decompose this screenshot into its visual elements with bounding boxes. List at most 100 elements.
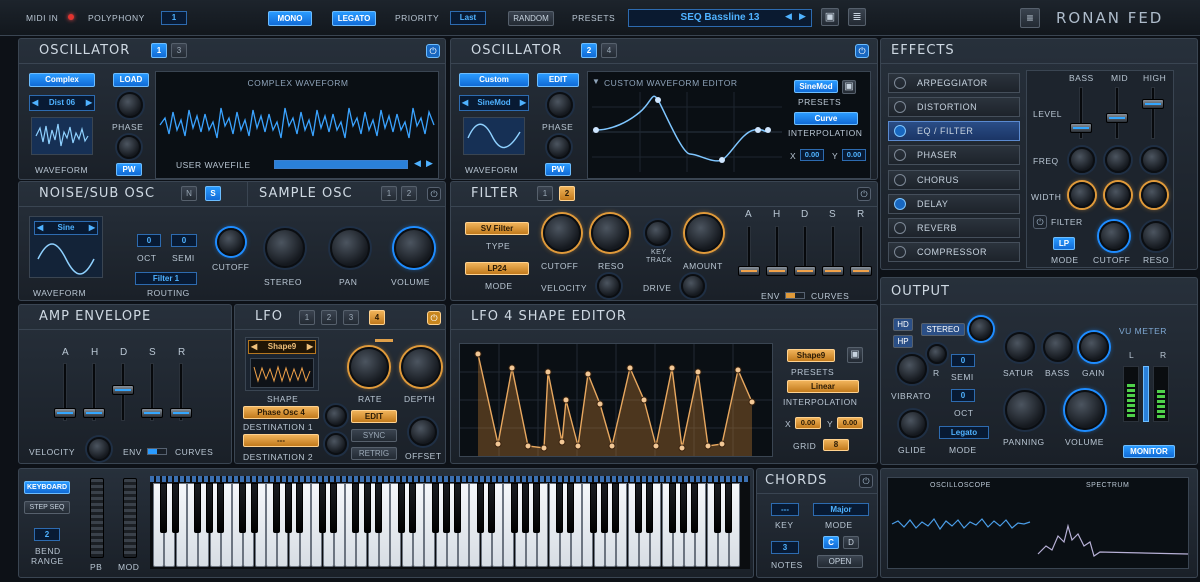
eq-bass-fader[interactable] [1070,123,1092,133]
sample-pan-knob[interactable] [330,228,370,268]
black-key[interactable] [250,483,258,533]
user-wavefile-slider[interactable] [274,160,408,169]
osc1-tab-3[interactable]: 3 [171,43,187,58]
filter-env-release-fader[interactable] [850,266,872,276]
filter-power-icon[interactable]: ⏻ [857,187,871,201]
black-key[interactable] [634,483,642,533]
black-key[interactable] [680,483,688,533]
output-semi-value[interactable]: 0 [951,354,975,367]
noise-wave-prev-icon[interactable]: ◀ [35,222,43,234]
black-key[interactable] [476,483,484,533]
fx-distortion[interactable]: DISTORTION [888,97,1020,117]
output-gain-knob[interactable] [1079,332,1109,362]
filter-reso-knob[interactable] [591,214,629,252]
filter-velocity-knob[interactable] [597,274,621,298]
fx-compressor[interactable]: COMPRESSOR [888,242,1020,262]
chords-d-button[interactable]: D [843,536,859,549]
keyboard-mode-button[interactable]: KEYBOARD [24,481,70,494]
osc2-wave-select[interactable]: ◀ SineMod ▶ [459,95,529,111]
lfo-editor-y-value[interactable]: 0.00 [837,417,863,429]
lfo-editor-grid-value[interactable]: 8 [823,439,849,451]
lfo-shape-next-icon[interactable]: ▶ [307,341,315,353]
lfo-editor-save-icon[interactable]: ▣ [847,347,863,363]
black-key[interactable] [567,483,575,533]
amp-velocity-knob[interactable] [87,437,111,461]
output-volume-knob[interactable] [1065,390,1105,430]
black-key[interactable] [510,483,518,533]
black-key[interactable] [442,483,450,533]
osc1-type-select[interactable]: Complex [29,73,95,87]
black-key[interactable] [612,483,620,533]
fx-arpeggiator-power-icon[interactable] [894,77,906,89]
black-key[interactable] [668,483,676,533]
polyphony-value[interactable]: 1 [161,11,187,25]
osc1-wave-prev-icon[interactable]: ◀ [30,96,38,110]
amp-attack-fader[interactable] [54,408,76,418]
noise-s-button[interactable]: S [205,186,221,201]
eq-filter-reso-knob[interactable] [1141,221,1171,251]
noise-wave-select[interactable]: ◀ Sine ▶ [34,221,98,235]
fx-chorus-power-icon[interactable] [894,174,906,186]
noise-n-button[interactable]: N [181,186,197,201]
lfo-shape-select[interactable]: ◀ Shape9 ▶ [248,340,316,354]
lfo-dest1-amount-knob[interactable] [325,405,347,427]
filter-amount-knob[interactable] [685,214,723,252]
chords-notes-value[interactable]: 3 [771,541,799,554]
output-stereo-button[interactable]: STEREO [921,323,965,336]
black-key[interactable] [397,483,405,533]
fx-compressor-power-icon[interactable] [894,246,906,258]
filter-cutoff-knob[interactable] [543,214,581,252]
black-key[interactable] [714,483,721,533]
eq-filter-cutoff-knob[interactable] [1099,221,1129,251]
fx-phaser[interactable]: PHASER [888,145,1020,165]
black-key[interactable] [284,483,292,533]
lfo-tab-1[interactable]: 1 [299,310,315,325]
osc2-wave-prev-icon[interactable]: ◀ [460,96,468,110]
black-key[interactable] [521,483,529,533]
filter-mode-select[interactable]: LP24 [465,262,529,275]
monitor-button[interactable]: MONITOR [1123,445,1175,458]
black-key[interactable] [329,483,337,533]
output-hd-button[interactable]: HD [893,318,913,331]
lfo-dest1-select[interactable]: Phase Osc 4 [243,406,319,419]
lfo-editor-preset-select[interactable]: Shape9 [787,349,835,362]
lfo-tab-3[interactable]: 3 [343,310,359,325]
osc2-tab-4[interactable]: 4 [601,43,617,58]
legato-button[interactable]: LEGATO [332,11,376,26]
osc1-power-icon[interactable]: ⏻ [426,44,440,58]
amp-env-curves-toggle[interactable] [147,448,167,455]
eq-bass-freq-knob[interactable] [1069,147,1095,173]
chords-power-icon[interactable]: ⏻ [859,474,873,488]
black-key[interactable] [352,483,360,533]
osc2-wave-next-icon[interactable]: ▶ [520,96,528,110]
fx-eq-filter-power-icon[interactable] [894,125,906,137]
output-vibrato-knob[interactable] [897,354,927,384]
filter-env-sustain-fader[interactable] [822,266,844,276]
filter-env-attack-fader[interactable] [738,266,760,276]
black-key[interactable] [171,483,179,533]
filter-drive-knob[interactable] [681,274,705,298]
black-key[interactable] [194,483,202,533]
black-key[interactable] [295,483,303,533]
vu-meter-slider[interactable] [1143,366,1149,422]
fx-eq-filter[interactable]: EQ / FILTER [888,121,1020,141]
filter-tab-2[interactable]: 2 [559,186,575,201]
osc2-y-value[interactable]: 0.00 [842,149,866,161]
black-key[interactable] [454,483,462,533]
wavefile-next-icon[interactable]: ▶ [426,158,433,169]
fx-chorus[interactable]: CHORUS [888,170,1020,190]
fx-arpeggiator[interactable]: ARPEGGIATOR [888,73,1020,93]
output-glide-knob[interactable] [899,410,927,438]
random-button[interactable]: RANDOM [508,11,554,26]
osc2-preset-save-icon[interactable]: ▣ [842,80,856,94]
lfo-shape-prev-icon[interactable]: ◀ [249,341,257,353]
filter-env-hold-fader[interactable] [766,266,788,276]
osc1-pw-button[interactable]: PW [116,163,142,176]
osc2-power-icon[interactable]: ⏻ [855,44,869,58]
chords-mode-value[interactable]: Major [813,503,869,516]
black-key[interactable] [273,483,281,533]
osc1-tab-1[interactable]: 1 [151,43,167,58]
sample-tab-1[interactable]: 1 [381,186,397,201]
osc1-phase-knob[interactable] [117,92,143,118]
black-key[interactable] [375,483,382,533]
